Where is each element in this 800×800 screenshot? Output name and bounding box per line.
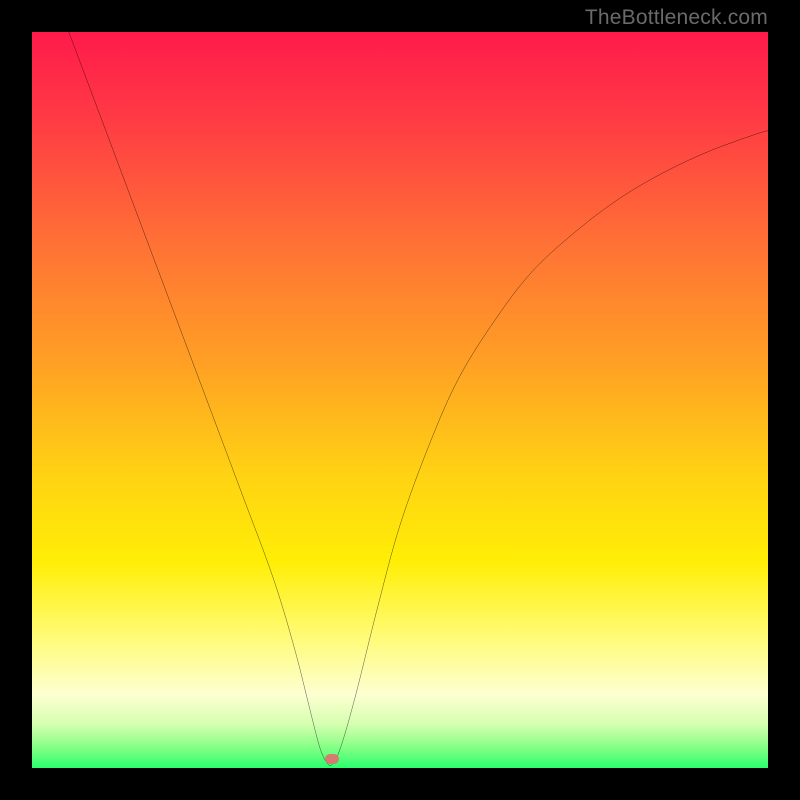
bottleneck-curve	[69, 32, 768, 765]
watermark-text: TheBottleneck.com	[585, 6, 768, 30]
chart-frame: TheBottleneck.com	[0, 0, 800, 800]
plot-area	[32, 32, 768, 768]
minimum-marker	[325, 754, 339, 764]
curve-layer	[32, 32, 768, 768]
